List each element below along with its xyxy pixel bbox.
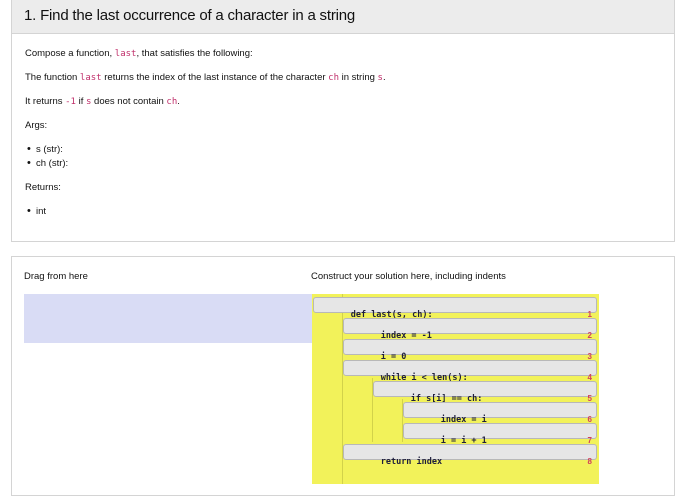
return-item: int xyxy=(27,205,46,217)
code-text: return index xyxy=(380,457,443,467)
args-heading: Args: xyxy=(25,120,48,131)
desc-mid1: returns the index of the last instance o… xyxy=(101,72,329,83)
returns-heading: Returns: xyxy=(25,182,61,193)
func-name-code-2: last xyxy=(79,73,102,83)
neg-one-code: -1 xyxy=(65,97,76,107)
code-block[interactable]: def last(s, ch): 1 xyxy=(313,297,597,320)
line-number: 8 xyxy=(587,457,592,466)
returns-mid: if xyxy=(75,96,86,107)
solution-area[interactable]: def last(s, ch): 1 index = -1 2 i = 03 whi… xyxy=(312,294,599,484)
construct-label: Construct your solution here, including … xyxy=(311,271,506,282)
desc-end: . xyxy=(382,72,386,83)
compose-suffix: , that satisfies the following: xyxy=(136,48,253,59)
returns-line: It returns -1 if s does not contain ch. xyxy=(25,96,180,107)
code-block[interactable]: index = i6 xyxy=(403,402,597,425)
func-name-code: last xyxy=(114,49,137,59)
desc-mid2: in string xyxy=(339,72,378,83)
question-body: Compose a function, last, that satisfies… xyxy=(11,34,675,242)
code-block[interactable]: index = -1 2 xyxy=(343,318,597,341)
arg-item: s (str): xyxy=(27,143,63,155)
code-block[interactable]: return index 8 xyxy=(343,444,597,467)
ch-code: ch xyxy=(328,73,339,83)
drag-label: Drag from here xyxy=(24,271,88,282)
code-block[interactable]: i = i + 17 xyxy=(403,423,597,446)
compose-prefix: Compose a function, xyxy=(25,48,115,59)
parsons-problem: Drag from here Construct your solution h… xyxy=(11,256,675,496)
code-block[interactable]: if s[i] == ch: 5 xyxy=(373,381,597,404)
question-title: 1. Find the last occurrence of a charact… xyxy=(24,7,356,24)
compose-line: Compose a function, last, that satisfies… xyxy=(25,48,253,59)
desc-prefix: The function xyxy=(25,72,80,83)
ch-code-2: ch xyxy=(166,97,178,107)
drag-source-area[interactable] xyxy=(24,294,312,343)
returns-end: . xyxy=(177,96,180,107)
returns-prefix: It returns xyxy=(25,96,66,107)
question-header: 1. Find the last occurrence of a charact… xyxy=(11,0,675,34)
arg-item: ch (str): xyxy=(27,157,68,169)
code-block[interactable]: i = 03 xyxy=(343,339,597,362)
returns-mid2: does not contain xyxy=(91,96,167,107)
code-block[interactable]: while i < len(s): 4 xyxy=(343,360,597,383)
description-line: The function last returns the index of t… xyxy=(25,72,386,83)
